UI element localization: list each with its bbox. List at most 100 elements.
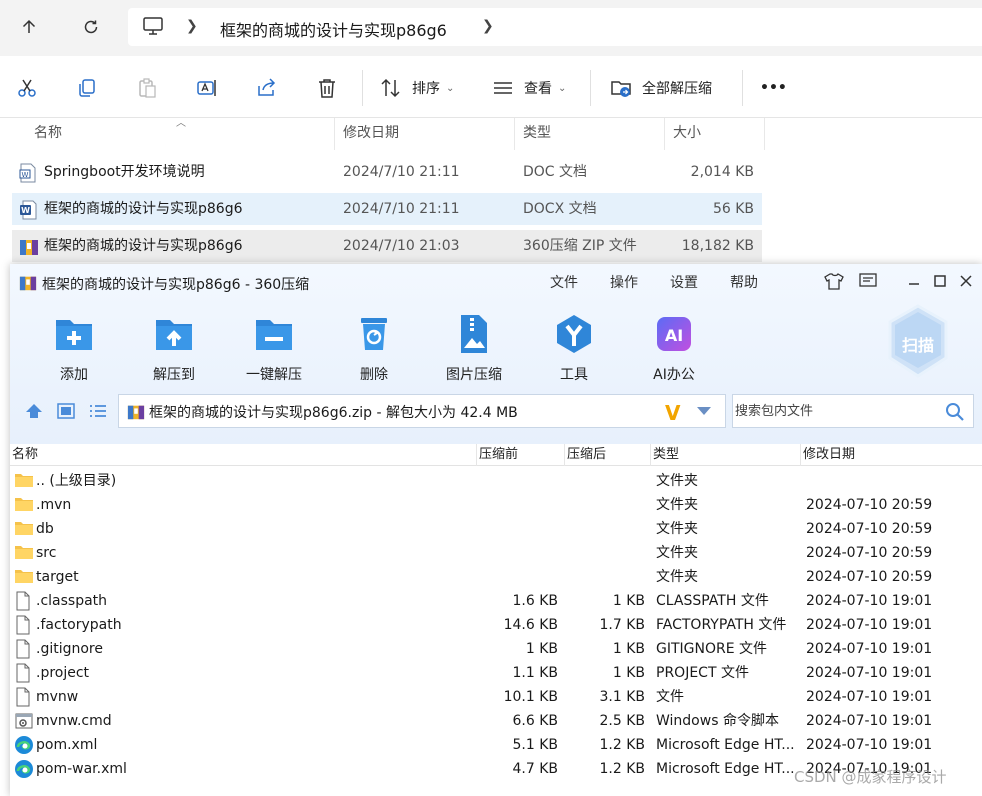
cut-button[interactable] bbox=[16, 72, 38, 104]
copy-button[interactable] bbox=[76, 72, 98, 104]
entry-type: 文件夹 bbox=[656, 521, 698, 537]
list-item[interactable]: .. (上级目录) 文件夹 bbox=[10, 469, 982, 493]
skin-button[interactable] bbox=[822, 270, 846, 292]
entry-original-size: 6.6 KB bbox=[512, 713, 559, 729]
rename-button[interactable] bbox=[196, 72, 218, 104]
explorer-column-header: ︿ 名称 修改日期 类型 大小 bbox=[0, 118, 982, 150]
file-row[interactable]: W 框架的商城的设计与实现p86g6 2024/7/10 21:11 DOCX … bbox=[12, 193, 762, 225]
menu-settings[interactable]: 设置 bbox=[670, 272, 698, 292]
file-type: DOC 文档 bbox=[523, 164, 588, 180]
column-name[interactable]: 名称 bbox=[0, 118, 335, 150]
archive-path-field[interactable]: 框架的商城的设计与实现p86g6.zip - 解包大小为 42.4 MB V bbox=[118, 394, 726, 428]
column-date[interactable]: 修改日期 bbox=[800, 444, 982, 466]
entry-type: GITIGNORE 文件 bbox=[656, 641, 768, 657]
up-level-icon[interactable] bbox=[24, 402, 44, 420]
dropdown-arrow-icon[interactable] bbox=[697, 407, 711, 415]
zip-window: 框架的商城的设计与实现p86g6 - 360压缩 文件 操作 设置 帮助 添加 … bbox=[10, 264, 982, 796]
zip-archive-icon bbox=[20, 240, 38, 255]
zip-ribbon: 框架的商城的设计与实现p86g6 - 360压缩 文件 操作 设置 帮助 添加 … bbox=[10, 264, 982, 444]
paste-icon bbox=[139, 78, 156, 98]
file-icon bbox=[16, 615, 30, 635]
up-button[interactable] bbox=[14, 12, 44, 42]
delete-button[interactable] bbox=[316, 72, 338, 104]
share-button[interactable] bbox=[256, 72, 278, 104]
extract-all-button[interactable]: 全部解压缩 bbox=[610, 72, 712, 104]
entry-type: 文件夹 bbox=[656, 473, 698, 489]
entry-date: 2024-07-10 20:59 bbox=[806, 569, 933, 585]
file-row[interactable]: W Springboot开发环境说明 2024/7/10 21:11 DOC 文… bbox=[12, 156, 762, 188]
list-item[interactable]: .mvn 文件夹 2024-07-10 20:59 bbox=[10, 493, 982, 517]
chevron-right-icon[interactable]: ❯ bbox=[482, 18, 494, 34]
menu-help[interactable]: 帮助 bbox=[730, 272, 758, 292]
list-item[interactable]: mvnw 10.1 KB 3.1 KB 文件 2024-07-10 19:01 bbox=[10, 685, 982, 709]
entry-type: Microsoft Edge HT... bbox=[656, 761, 795, 777]
entry-compressed-size: 2.5 KB bbox=[599, 713, 646, 729]
file-icon bbox=[16, 591, 30, 611]
feedback-button[interactable] bbox=[856, 270, 880, 292]
list-item[interactable]: .classpath 1.6 KB 1 KB CLASSPATH 文件 2024… bbox=[10, 589, 982, 613]
image-compress-button[interactable]: 图片压缩 bbox=[429, 312, 519, 384]
maximize-button[interactable] bbox=[928, 270, 952, 292]
column-compressed-size[interactable]: 压缩后 bbox=[564, 444, 650, 466]
column-original-size[interactable]: 压缩前 bbox=[476, 444, 564, 466]
arrow-up-icon bbox=[22, 19, 36, 33]
entry-type: CLASSPATH 文件 bbox=[656, 593, 769, 609]
file-row[interactable]: 框架的商城的设计与实现p86g6 2024/7/10 21:03 360压缩 Z… bbox=[12, 230, 762, 262]
column-type[interactable]: 类型 bbox=[650, 444, 800, 466]
ai-office-button[interactable]: AI AI办公 bbox=[629, 312, 719, 384]
minimize-button[interactable] bbox=[902, 270, 926, 292]
shirt-icon bbox=[824, 273, 844, 290]
file-size: 18,182 KB bbox=[681, 238, 754, 254]
menu-file[interactable]: 文件 bbox=[550, 272, 578, 292]
more-options-button[interactable]: ••• bbox=[760, 72, 787, 104]
list-item[interactable]: pom.xml 5.1 KB 1.2 KB Microsoft Edge HT.… bbox=[10, 733, 982, 757]
paste-button[interactable] bbox=[136, 72, 158, 104]
entry-name: target bbox=[36, 569, 79, 585]
search-icon[interactable] bbox=[945, 402, 965, 422]
entry-type: 文件夹 bbox=[656, 497, 698, 513]
search-input[interactable] bbox=[735, 397, 935, 425]
maximize-icon bbox=[934, 275, 946, 287]
word-doc-icon: W bbox=[19, 163, 36, 183]
entry-name: .classpath bbox=[36, 593, 108, 609]
extract-to-button[interactable]: 解压到 bbox=[129, 312, 219, 384]
list-item[interactable]: .gitignore 1 KB 1 KB GITIGNORE 文件 2024-0… bbox=[10, 637, 982, 661]
entry-original-size: 14.6 KB bbox=[503, 617, 558, 633]
address-field[interactable]: ❯ 框架的商城的设计与实现p86g6 ❯ bbox=[128, 8, 982, 46]
breadcrumb[interactable]: 框架的商城的设计与实现p86g6 bbox=[220, 17, 447, 41]
chevron-right-icon: ❯ bbox=[186, 18, 198, 34]
watermark: CSDN @成家程序设计 bbox=[794, 768, 947, 786]
add-button[interactable]: 添加 bbox=[29, 312, 119, 384]
list-item[interactable]: .project 1.1 KB 1 KB PROJECT 文件 2024-07-… bbox=[10, 661, 982, 685]
file-name: 框架的商城的设计与实现p86g6 bbox=[44, 201, 243, 217]
column-date[interactable]: 修改日期 bbox=[335, 118, 515, 150]
trash-icon bbox=[319, 79, 335, 98]
message-icon bbox=[859, 273, 877, 287]
scan-button[interactable]: 扫描 bbox=[886, 304, 950, 384]
view-list-icon[interactable] bbox=[88, 402, 108, 420]
list-item[interactable]: .factorypath 14.6 KB 1.7 KB FACTORYPATH … bbox=[10, 613, 982, 637]
entry-name: mvnw.cmd bbox=[36, 713, 112, 729]
tool-label: 删除 bbox=[360, 367, 388, 383]
list-item[interactable]: target 文件夹 2024-07-10 20:59 bbox=[10, 565, 982, 589]
column-size[interactable]: 大小 bbox=[665, 118, 765, 150]
v-logo-icon[interactable]: V bbox=[665, 401, 680, 425]
list-item[interactable]: src 文件夹 2024-07-10 20:59 bbox=[10, 541, 982, 565]
view-button[interactable]: 查看 ⌄ bbox=[492, 72, 566, 104]
delete-archive-button[interactable]: 删除 bbox=[329, 312, 419, 384]
column-name[interactable]: 名称 bbox=[10, 444, 476, 466]
explorer-command-bar: 排序 ⌄ 查看 ⌄ 全部解压缩 ••• bbox=[0, 56, 982, 118]
menu-action[interactable]: 操作 bbox=[610, 272, 638, 292]
folder-icon bbox=[15, 570, 33, 583]
one-click-extract-button[interactable]: 一键解压 bbox=[229, 312, 319, 384]
view-details-icon[interactable] bbox=[56, 402, 76, 420]
list-item[interactable]: db 文件夹 2024-07-10 20:59 bbox=[10, 517, 982, 541]
list-item[interactable]: mvnw.cmd 6.6 KB 2.5 KB Windows 命令脚本 2024… bbox=[10, 709, 982, 733]
sort-button[interactable]: 排序 ⌄ bbox=[380, 72, 454, 104]
tools-button[interactable]: 工具 bbox=[529, 312, 619, 384]
column-type[interactable]: 类型 bbox=[515, 118, 665, 150]
entry-name: .gitignore bbox=[36, 641, 103, 657]
close-button[interactable] bbox=[954, 270, 978, 292]
refresh-button[interactable] bbox=[76, 12, 106, 42]
search-box bbox=[732, 394, 974, 428]
